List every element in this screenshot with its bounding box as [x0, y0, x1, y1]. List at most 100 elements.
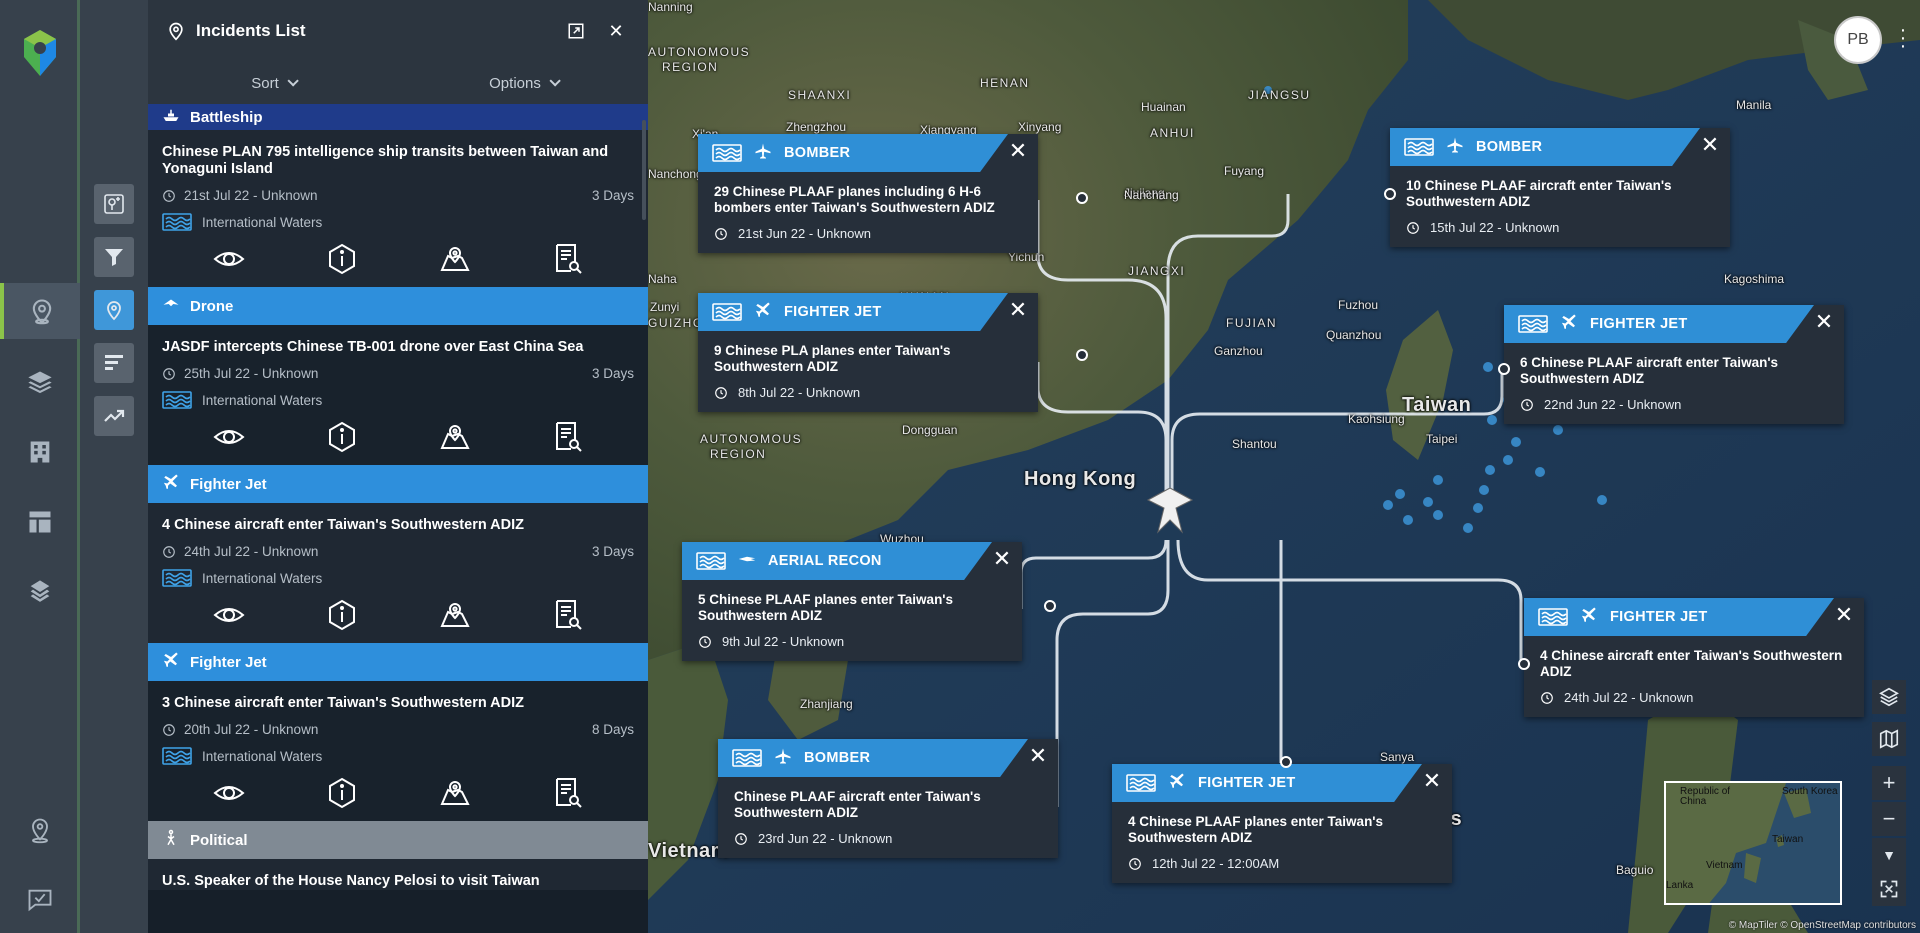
close-icon[interactable]: ✕: [602, 17, 630, 45]
info-icon[interactable]: [325, 776, 359, 810]
view-icon[interactable]: [212, 242, 246, 276]
close-icon[interactable]: ✕: [1812, 310, 1836, 334]
report-icon[interactable]: [551, 776, 585, 810]
incident-popup[interactable]: BOMBER ✕ Chinese PLAAF aircraft enter Ta…: [718, 739, 1128, 858]
zoom-in-button[interactable]: +: [1872, 766, 1906, 800]
report-icon[interactable]: [551, 598, 585, 632]
popup-date: 9th Jul 22 - Unknown: [722, 634, 845, 649]
popup-title: Chinese PLAAF aircraft enter Taiwan's So…: [734, 789, 981, 820]
incident-card[interactable]: 3 Chinese aircraft enter Taiwan's Southw…: [148, 681, 648, 821]
incident-popup[interactable]: FIGHTER JET ✕ 4 Chinese PLAAF planes ent…: [1112, 756, 1452, 883]
incident-card[interactable]: Chinese PLAN 795 intelligence ship trans…: [148, 130, 648, 287]
nav-dashboard-icon[interactable]: [0, 494, 80, 550]
connector-handle[interactable]: [1384, 188, 1396, 200]
close-icon[interactable]: ✕: [1006, 139, 1030, 163]
minimap-label: Republic of China: [1680, 786, 1731, 807]
close-icon[interactable]: ✕: [1832, 603, 1856, 627]
filter-icon[interactable]: [94, 237, 134, 277]
map-place-label: Xinyang: [1018, 120, 1062, 134]
fullscreen-icon[interactable]: [1872, 872, 1906, 906]
trend-icon[interactable]: [94, 396, 134, 436]
zoom-out-button[interactable]: −: [1872, 802, 1906, 836]
expand-icon[interactable]: [562, 17, 590, 45]
options-dropdown[interactable]: Options: [398, 75, 648, 92]
incidents-list-icon[interactable]: [94, 290, 134, 330]
connector-handle[interactable]: [1076, 349, 1088, 361]
map-locate-icon[interactable]: [438, 242, 472, 276]
more-menu-icon[interactable]: · · ·: [1898, 20, 1908, 56]
jet-icon: [162, 473, 180, 495]
connector-handle[interactable]: [1518, 658, 1530, 670]
incident-popup[interactable]: FIGHTER JET ✕ 4 Chinese aircraft enter T…: [1518, 598, 1864, 717]
add-incident-icon[interactable]: [94, 184, 134, 224]
close-icon[interactable]: ✕: [990, 547, 1014, 571]
compass-icon[interactable]: ▼: [1872, 838, 1906, 872]
incident-card[interactable]: JASDF intercepts Chinese TB-001 drone ov…: [148, 325, 648, 465]
popup-title: 29 Chinese PLAAF planes including 6 H-6 …: [714, 184, 995, 215]
sort-dropdown[interactable]: Sort: [148, 75, 398, 92]
incident-list[interactable]: Battleship Chinese PLAN 795 intelligence …: [148, 104, 648, 933]
incident-location: International Waters: [162, 747, 634, 765]
bar-chart-icon[interactable]: [94, 343, 134, 383]
nav-pin-outline-icon[interactable]: [0, 802, 80, 858]
map-locate-icon[interactable]: [438, 420, 472, 454]
incident-card[interactable]: 4 Chinese aircraft enter Taiwan's Southw…: [148, 503, 648, 643]
map-place-label: Nanchong: [648, 167, 703, 181]
view-icon[interactable]: [212, 598, 246, 632]
nav-building-icon[interactable]: [0, 424, 80, 480]
nav-incidents-map-pin-icon[interactable]: [0, 283, 80, 339]
connector-handle[interactable]: [1076, 192, 1088, 204]
incident-popup[interactable]: FIGHTER JET ✕ 9 Chinese PLA planes enter…: [698, 293, 1088, 412]
bomber-icon: [1444, 136, 1466, 158]
map-locate-icon[interactable]: [438, 776, 472, 810]
view-icon[interactable]: [212, 420, 246, 454]
map-place-label: Huainan: [1141, 100, 1186, 114]
water-icon: [696, 552, 726, 570]
connector-handle[interactable]: [1044, 600, 1056, 612]
overview-minimap[interactable]: Republic of China South Korea Taiwan Vietna…: [1664, 781, 1842, 905]
basemap-control-icon[interactable]: [1872, 722, 1906, 756]
close-icon[interactable]: ✕: [1026, 744, 1050, 768]
close-icon[interactable]: ✕: [1420, 769, 1444, 793]
map-view[interactable]: AUTONOMOUS REGION SHAANXI HENAN JIANGSU ANHUI…: [648, 0, 1920, 933]
info-icon[interactable]: [325, 598, 359, 632]
incident-popup[interactable]: BOMBER ✕ 29 Chinese PLAAF planes includi…: [698, 134, 1088, 253]
user-avatar[interactable]: PB: [1834, 16, 1882, 64]
category-header: Battleship: [148, 104, 648, 130]
layers-control-icon[interactable]: [1872, 680, 1906, 714]
view-icon[interactable]: [212, 776, 246, 810]
close-icon[interactable]: ✕: [1006, 298, 1030, 322]
info-icon[interactable]: [325, 242, 359, 276]
info-icon[interactable]: [325, 420, 359, 454]
connector-handle[interactable]: [1280, 756, 1292, 768]
map-place-label: Taipei: [1426, 432, 1458, 446]
incident-popup[interactable]: BOMBER ✕ 10 Chinese PLAAF aircraft enter…: [1384, 128, 1730, 247]
incident-popup[interactable]: FIGHTER JET ✕ 6 Chinese PLAAF aircraft e…: [1498, 305, 1844, 424]
app-root: Incidents List ✕ Sort Options Battleship…: [0, 0, 1920, 933]
map-locate-icon[interactable]: [438, 598, 472, 632]
popup-date-row: 21st Jun 22 - Unknown: [698, 216, 1038, 253]
incident-meta: 21st Jul 22 - Unknown 3 Days: [162, 188, 634, 203]
popup-date: 21st Jun 22 - Unknown: [738, 226, 871, 241]
incident-date: 21st Jul 22 - Unknown: [184, 188, 318, 203]
incident-duration: 3 Days: [591, 188, 634, 203]
close-icon[interactable]: ✕: [1698, 133, 1722, 157]
nav-stack-icon[interactable]: [0, 564, 80, 620]
report-icon[interactable]: [551, 420, 585, 454]
nav-layers-icon[interactable]: [0, 354, 80, 410]
nav-feedback-icon[interactable]: [0, 872, 80, 928]
list-scrollbar[interactable]: [642, 120, 646, 220]
incident-date: 25th Jul 22 - Unknown: [184, 366, 319, 381]
connector-handle[interactable]: [1498, 363, 1510, 375]
map-place-label: Shantou: [1232, 437, 1277, 451]
popup-category: BOMBER: [1476, 139, 1543, 155]
popup-category: AERIAL RECON: [768, 553, 882, 569]
report-icon[interactable]: [551, 242, 585, 276]
incident-card[interactable]: U.S. Speaker of the House Nancy Pelosi t…: [148, 859, 648, 890]
app-logo[interactable]: [20, 28, 60, 78]
map-place-label: Fuzhou: [1338, 298, 1379, 312]
incident-popup[interactable]: AERIAL RECON ✕ 5 Chinese PLAAF planes en…: [682, 542, 1056, 661]
water-icon: [1404, 138, 1434, 156]
chevron-down-icon: [287, 75, 299, 87]
map-place-label: Fuyang: [1224, 164, 1265, 178]
